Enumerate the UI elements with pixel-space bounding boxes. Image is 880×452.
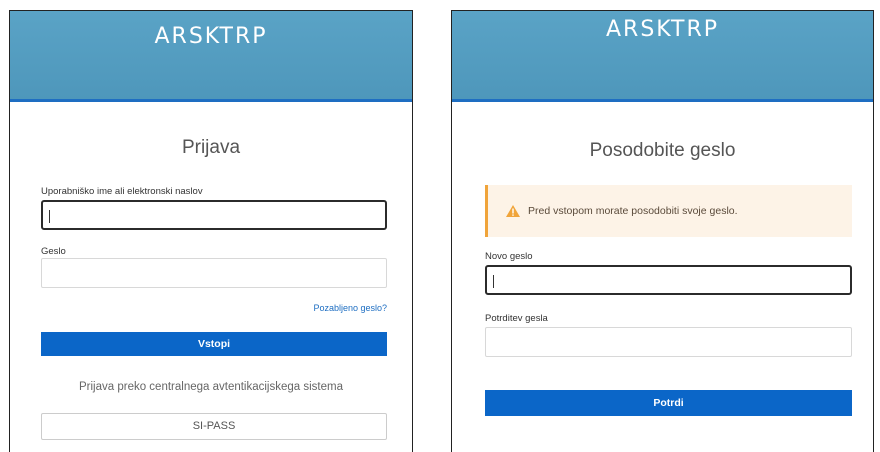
text-caret: [49, 210, 50, 223]
update-password-header: ARSKTRP: [452, 11, 873, 102]
password-input[interactable]: [41, 258, 387, 288]
password-label: Geslo: [41, 246, 66, 257]
login-submit-button[interactable]: Vstopi: [41, 332, 387, 356]
confirm-password-input[interactable]: [485, 327, 852, 357]
si-pass-button[interactable]: SI-PASS: [41, 413, 387, 440]
username-label: Uporabniško ime ali elektronski naslov: [41, 186, 203, 197]
page-title: Posodobite geslo: [589, 140, 736, 161]
login-header: ARSKTRP: [10, 11, 412, 102]
username-input[interactable]: [41, 200, 387, 230]
alert-message: Pred vstopom morate posodobiti svoje ges…: [528, 205, 738, 217]
page-title: Prijava: [181, 137, 241, 158]
confirm-password-label: Potrditev gesla: [485, 313, 548, 324]
confirm-submit-button[interactable]: Potrdi: [485, 390, 852, 416]
forgot-password-link[interactable]: Pozabljeno geslo?: [313, 303, 387, 313]
sso-description: Prijava preko centralnega avtentikacijsk…: [79, 381, 343, 393]
warning-triangle-icon: [506, 205, 520, 217]
new-password-label: Novo geslo: [485, 251, 533, 262]
update-password-panel: ARSKTRP Posodobite geslo Pred vstopom mo…: [451, 10, 874, 452]
text-caret: [493, 275, 494, 288]
new-password-input[interactable]: [485, 265, 852, 295]
login-panel: ARSKTRP Prijava Uporabniško ime ali elek…: [9, 10, 413, 452]
brand-logo-text: ARSKTRP: [154, 24, 268, 49]
brand-logo-text: ARSKTRP: [605, 17, 719, 42]
warning-alert: Pred vstopom morate posodobiti svoje ges…: [485, 185, 852, 237]
